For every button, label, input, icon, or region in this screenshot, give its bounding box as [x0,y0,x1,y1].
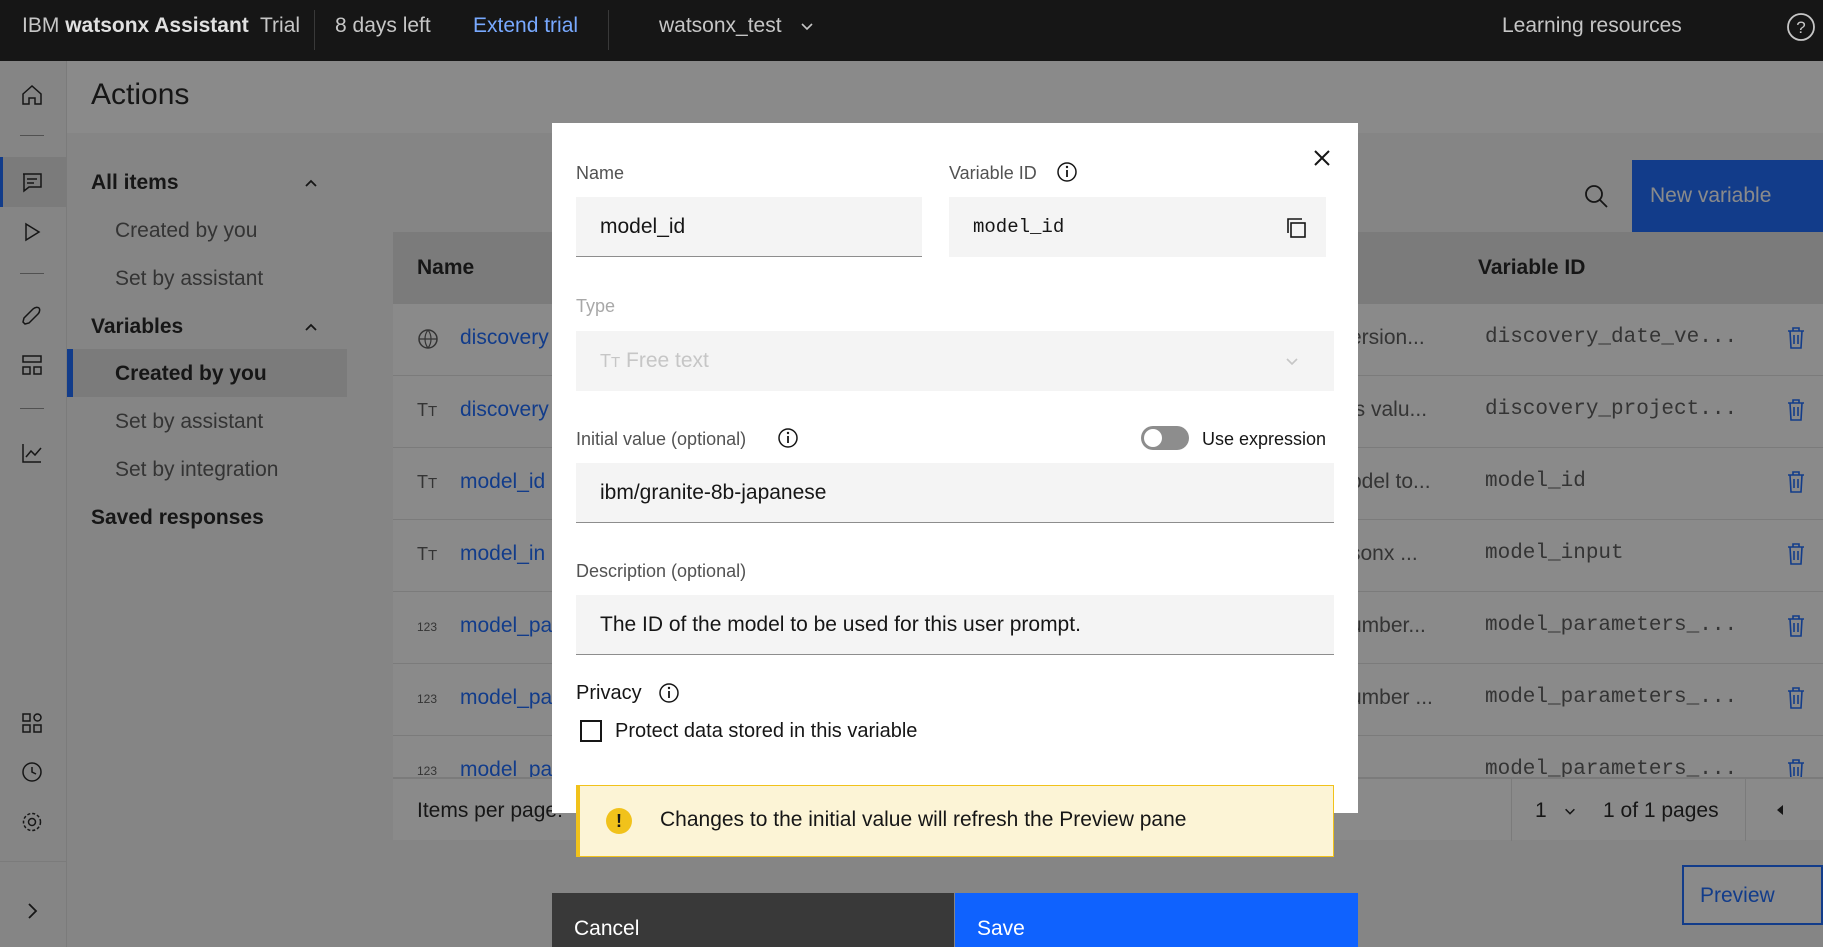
description-input[interactable]: The ID of the model to be used for this … [576,595,1334,655]
name-label: Name [576,163,625,183]
use-expression-toggle[interactable] [1141,426,1189,450]
plan-label: Trial [260,14,301,37]
close-icon[interactable] [1310,146,1334,170]
use-expression-label: Use expression [1202,429,1327,449]
chevron-down-icon [801,23,813,31]
info-icon[interactable] [1056,161,1078,183]
protect-data-checkbox[interactable] [580,720,602,742]
protect-data-label: Protect data stored in this variable [615,720,918,742]
save-button[interactable]: Save [955,893,1358,947]
product-name: IBM watsonx Assistant [22,14,249,37]
text-icon: TT [600,351,621,371]
variable-id-label: Variable ID [949,163,1037,183]
trial-days-left: 8 days left [335,14,431,37]
chevron-down-icon [1286,358,1298,366]
extend-trial-link[interactable]: Extend trial [473,14,578,38]
help-icon[interactable]: ? [1786,12,1816,42]
cancel-button[interactable]: Cancel [552,893,954,947]
workspace-switcher[interactable]: watsonx_test [659,14,815,38]
initial-value-input[interactable]: ibm/granite-8b-japanese [576,463,1334,523]
top-bar: IBM watsonx Assistant Trial 8 days left … [0,0,1823,61]
info-icon[interactable] [658,682,680,704]
svg-text:?: ? [1796,18,1805,37]
privacy-label: Privacy [576,682,642,704]
warning-notification: ! Changes to the initial value will refr… [576,785,1334,857]
copy-icon[interactable] [1284,216,1308,240]
warning-icon: ! [606,808,632,834]
name-input[interactable]: model_id [576,197,922,257]
initial-value-label: Initial value (optional) [576,429,747,449]
description-label: Description (optional) [576,561,747,581]
info-icon[interactable] [777,427,799,449]
type-select: TT Free text [576,331,1334,391]
variable-id-field: model_id [949,197,1326,257]
learning-resources-link[interactable]: Learning resources [1502,14,1682,38]
type-label: Type [576,296,616,316]
